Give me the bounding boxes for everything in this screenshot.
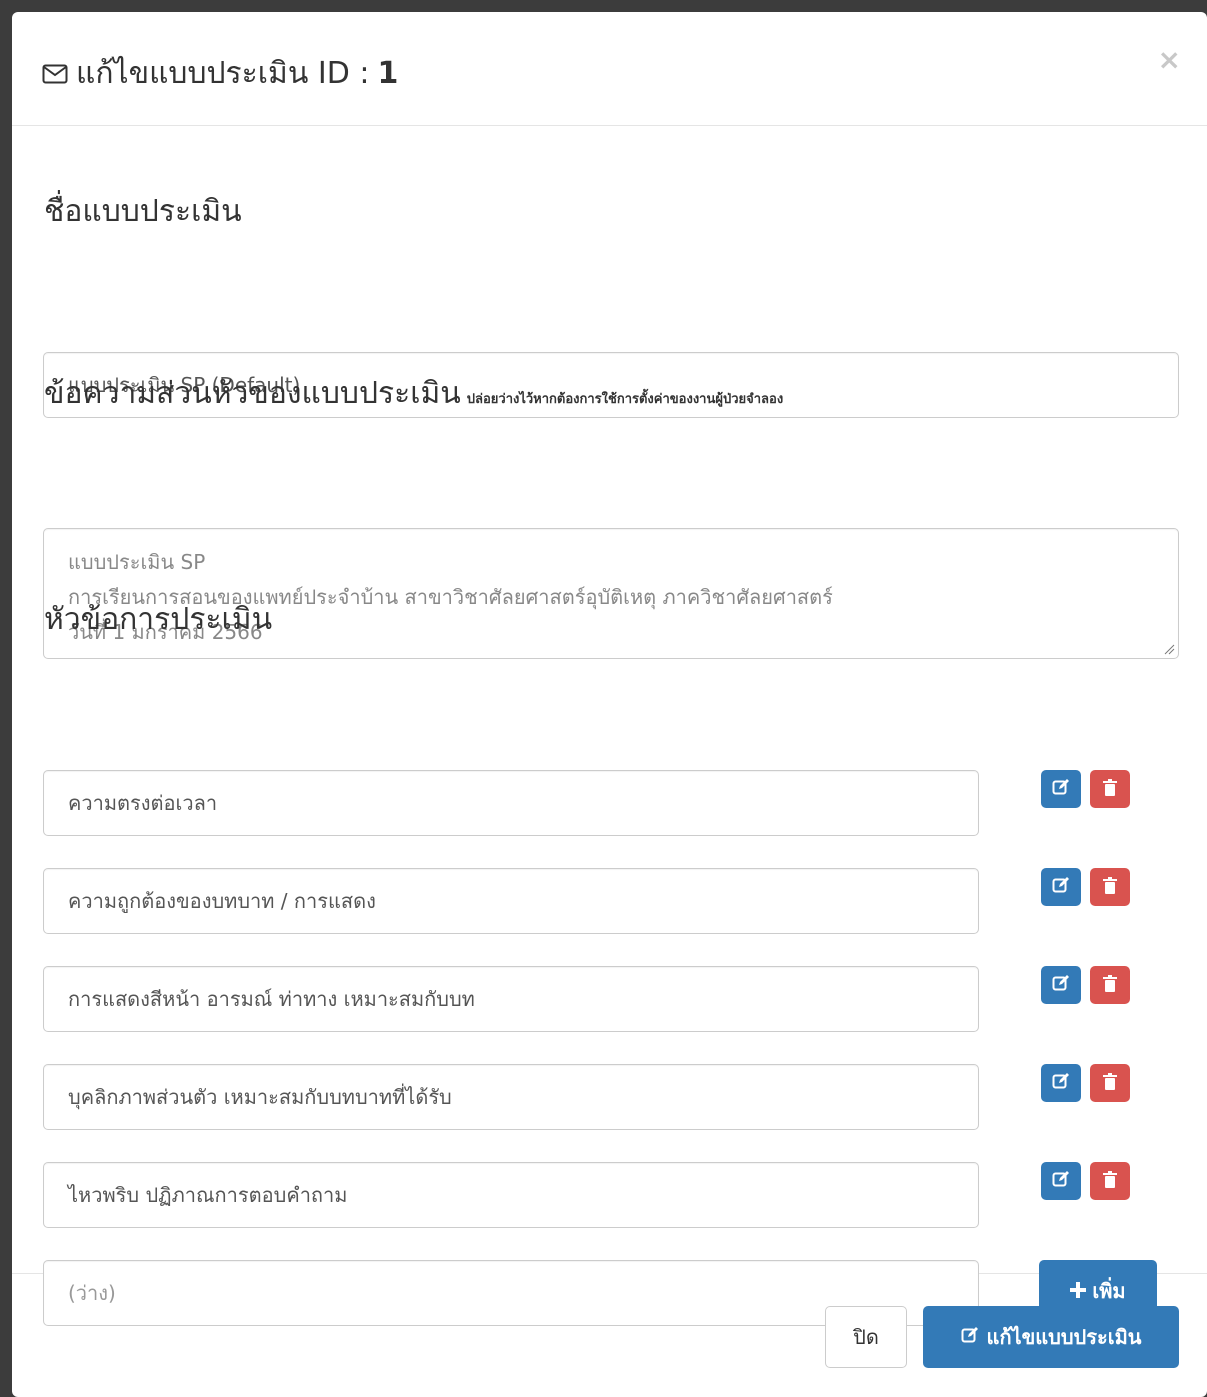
delete-topic-button[interactable] [1090, 868, 1130, 906]
trash-icon [1103, 876, 1117, 898]
topic-input[interactable]: บุคลิกภาพส่วนตัว เหมาะสมกับบทบาทที่ได้รั… [43, 1064, 979, 1130]
header-line: แบบประเมิน SP [68, 550, 206, 574]
edit-evaluation-modal: แก้ไขแบบประเมิน ID : 1 × ชื่อแบบประเมิน … [12, 12, 1207, 1397]
header-hint: ปล่อยว่างไว้หากต้องการใช้การตั้งค่าของงา… [466, 392, 784, 407]
trash-icon [1103, 974, 1117, 996]
modal-title: แก้ไขแบบประเมิน ID : 1 [42, 50, 398, 97]
edit-icon [961, 1325, 979, 1349]
header-label: ข้อความส่วนหัวของแบบประเมิน ปล่อยว่างไว้ห… [44, 370, 783, 417]
edit-icon [1052, 1170, 1070, 1192]
trash-icon [1103, 778, 1117, 800]
topic-input[interactable]: ความตรงต่อเวลา [43, 770, 979, 836]
resize-grip-icon[interactable] [1163, 643, 1175, 655]
edit-topic-button[interactable] [1041, 1162, 1081, 1200]
modal-body: ชื่อแบบประเมิน แบบประเมิน SP (Default) ข… [12, 126, 1207, 1326]
edit-icon [1052, 876, 1070, 898]
close-icon[interactable]: × [1158, 46, 1181, 74]
edit-topic-button[interactable] [1041, 770, 1081, 808]
modal-title-text: แก้ไขแบบประเมิน ID : [76, 56, 370, 91]
topic-input[interactable]: ความถูกต้องของบทบาท / การแสดง [43, 868, 979, 934]
delete-topic-button[interactable] [1090, 1162, 1130, 1200]
topics-label: หัวข้อการประเมิน [44, 602, 273, 637]
edit-icon [1052, 974, 1070, 996]
modal-header: แก้ไขแบบประเมิน ID : 1 × [12, 12, 1207, 126]
delete-topic-button[interactable] [1090, 1064, 1130, 1102]
close-button[interactable]: ปิด [825, 1306, 907, 1368]
modal-footer: ปิด แก้ไขแบบประเมิน [12, 1274, 1207, 1396]
edit-icon [1052, 1072, 1070, 1094]
topic-input[interactable]: ไหวพริบ ปฏิภาณการตอบคำถาม [43, 1162, 979, 1228]
delete-topic-button[interactable] [1090, 966, 1130, 1004]
modal-title-id: 1 [377, 56, 399, 91]
envelope-icon [42, 64, 68, 84]
delete-topic-button[interactable] [1090, 770, 1130, 808]
edit-topic-button[interactable] [1041, 868, 1081, 906]
name-label: ชื่อแบบประเมิน [44, 194, 242, 229]
edit-topic-button[interactable] [1041, 966, 1081, 1004]
header-label-text: ข้อความส่วนหัวของแบบประเมิน [44, 376, 461, 411]
edit-icon [1052, 778, 1070, 800]
edit-topic-button[interactable] [1041, 1064, 1081, 1102]
topic-input[interactable]: การแสดงสีหน้า อารมณ์ ท่าทาง เหมาะสมกับบท [43, 966, 979, 1032]
trash-icon [1103, 1170, 1117, 1192]
submit-edit-button[interactable]: แก้ไขแบบประเมิน [923, 1306, 1179, 1368]
submit-edit-label: แก้ไขแบบประเมิน [986, 1325, 1142, 1349]
trash-icon [1103, 1072, 1117, 1094]
